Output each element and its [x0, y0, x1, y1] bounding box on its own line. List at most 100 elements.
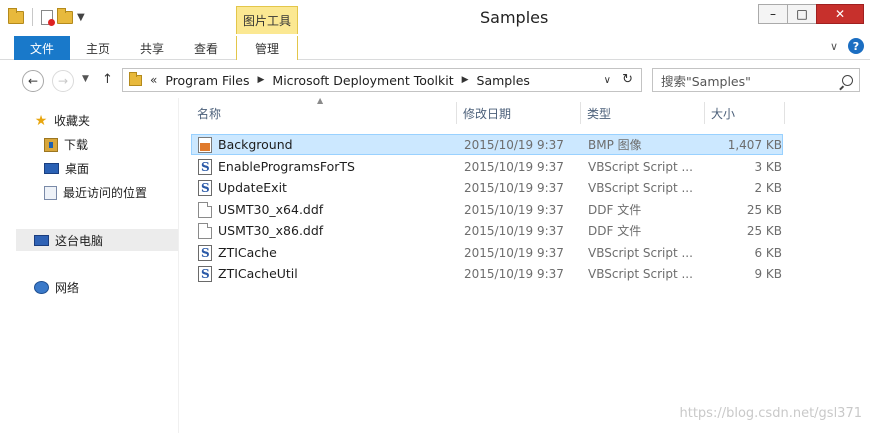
properties-icon[interactable] — [41, 9, 55, 26]
expand-ribbon-chevron-icon[interactable]: ∨ — [830, 40, 838, 53]
sidebar-item-label: 下载 — [64, 138, 89, 152]
quick-access-toolbar: ▼ — [8, 7, 85, 26]
folder-icon — [129, 71, 142, 86]
sidebar-item-desktop[interactable]: 桌面 — [44, 160, 89, 177]
file-name-cell: Background — [192, 136, 458, 153]
downloads-folder-icon — [44, 137, 58, 152]
file-size: 6 KB — [754, 245, 782, 260]
file-type: VBScript Script ... — [588, 266, 693, 281]
desktop-icon — [44, 163, 59, 174]
file-date: 2015/10/19 9:37 — [464, 137, 564, 152]
sidebar-item-network[interactable]: 网络 — [34, 279, 79, 296]
column-header-name[interactable]: 名称 — [191, 102, 457, 124]
file-size: 25 KB — [746, 223, 782, 238]
vbscript-file-icon — [198, 179, 212, 196]
table-row[interactable]: USMT30_x64.ddf 2015/10/19 9:37 DDF 文件 25… — [191, 199, 783, 220]
recent-locations-chevron-icon[interactable]: ▼ — [82, 74, 89, 84]
table-row[interactable]: ZTICacheUtil 2015/10/19 9:37 VBScript Sc… — [191, 263, 783, 284]
sidebar-item-label: 这台电脑 — [55, 233, 104, 248]
table-row[interactable]: UpdateExit 2015/10/19 9:37 VBScript Scri… — [191, 177, 783, 198]
file-date: 2015/10/19 9:37 — [464, 202, 564, 217]
file-type: VBScript Script ... — [588, 180, 693, 195]
picture-tools-context-label: 图片工具 — [236, 6, 298, 34]
sidebar-item-downloads[interactable]: 下载 — [44, 136, 88, 153]
file-date: 2015/10/19 9:37 — [464, 180, 564, 195]
tab-home[interactable]: 主页 — [80, 36, 116, 60]
search-input[interactable]: 搜索"Samples" — [652, 68, 860, 92]
file-list-view: ▲ 名称 修改日期 类型 大小 Background 2015/10/19 9:… — [178, 96, 870, 433]
chevron-right-icon[interactable]: ▶ — [258, 75, 265, 85]
ddf-file-icon — [198, 201, 212, 218]
table-row[interactable]: EnableProgramsForTS 2015/10/19 9:37 VBSc… — [191, 156, 783, 177]
file-name: EnableProgramsForTS — [218, 159, 355, 174]
column-header-row: 名称 修改日期 类型 大小 — [191, 102, 785, 124]
bmp-file-icon — [198, 136, 212, 153]
refresh-icon[interactable]: ↻ — [622, 72, 633, 87]
column-header-date[interactable]: 修改日期 — [457, 102, 581, 124]
forward-button[interactable]: → — [52, 70, 74, 92]
chevron-right-icon[interactable]: ▶ — [462, 75, 469, 85]
folder-icon[interactable] — [8, 7, 24, 24]
tab-view[interactable]: 查看 — [186, 36, 226, 60]
title-bar: ▼ 图片工具 Samples – □ ✕ — [0, 0, 870, 34]
new-folder-icon[interactable] — [57, 7, 73, 24]
sidebar-item-label: 网络 — [55, 281, 80, 295]
file-date: 2015/10/19 9:37 — [464, 223, 564, 238]
ribbon-right-controls: ∨ ? — [830, 38, 864, 54]
file-name: UpdateExit — [218, 180, 287, 195]
window-controls: – □ ✕ — [758, 4, 864, 24]
sidebar-item-recent-places[interactable]: 最近访问的位置 — [44, 184, 147, 201]
search-placeholder: 搜索"Samples" — [661, 73, 751, 89]
navigation-pane: ★ 收藏夹 下载 桌面 最近访问的位置 这台电脑 网络 — [0, 98, 178, 433]
chevron-down-icon[interactable]: ▼ — [77, 12, 85, 23]
sidebar-item-label: 桌面 — [65, 162, 90, 176]
file-type: VBScript Script ... — [588, 159, 693, 174]
breadcrumb-samples[interactable]: Samples — [477, 73, 530, 88]
file-name-cell: UpdateExit — [192, 179, 458, 196]
back-button[interactable]: ← — [22, 70, 44, 92]
file-name-cell: EnableProgramsForTS — [192, 158, 458, 175]
search-icon[interactable] — [842, 74, 853, 86]
minimize-button[interactable]: – — [758, 4, 788, 24]
breadcrumb-program-files[interactable]: Program Files — [165, 73, 249, 88]
recent-places-icon — [44, 185, 57, 200]
sidebar-item-this-pc[interactable]: 这台电脑 — [16, 229, 178, 251]
file-name-cell: ZTICache — [192, 244, 458, 261]
vbscript-file-icon — [198, 244, 212, 261]
computer-icon — [34, 234, 49, 246]
file-size: 2 KB — [754, 180, 782, 195]
file-size: 25 KB — [746, 202, 782, 217]
toolbar-divider — [32, 8, 33, 26]
column-header-type[interactable]: 类型 — [581, 102, 705, 124]
file-name: USMT30_x86.ddf — [218, 223, 324, 238]
tab-file[interactable]: 文件 — [14, 36, 70, 60]
file-date: 2015/10/19 9:37 — [464, 245, 564, 260]
sidebar-item-favorites[interactable]: ★ 收藏夹 — [34, 112, 90, 129]
breadcrumb-overflow[interactable]: « — [150, 73, 157, 87]
address-box[interactable]: « Program Files ▶ Microsoft Deployment T… — [122, 68, 642, 92]
up-button[interactable]: ↑ — [102, 72, 113, 87]
table-row[interactable]: Background 2015/10/19 9:37 BMP 图像 1,407 … — [191, 134, 783, 155]
file-date: 2015/10/19 9:37 — [464, 159, 564, 174]
window-title: Samples — [480, 8, 549, 27]
close-button[interactable]: ✕ — [816, 4, 864, 24]
column-header-size[interactable]: 大小 — [705, 102, 785, 124]
file-type: DDF 文件 — [588, 224, 642, 238]
tab-manage[interactable]: 管理 — [236, 36, 298, 60]
file-name: USMT30_x64.ddf — [218, 202, 324, 217]
tab-share[interactable]: 共享 — [130, 36, 174, 60]
vbscript-file-icon — [198, 265, 212, 282]
help-icon[interactable]: ? — [848, 38, 864, 54]
breadcrumb-mdt[interactable]: Microsoft Deployment Toolkit — [272, 73, 453, 88]
file-type: VBScript Script ... — [588, 245, 693, 260]
file-name: ZTICache — [218, 245, 277, 260]
file-size: 9 KB — [754, 266, 782, 281]
file-name: ZTICacheUtil — [218, 266, 298, 281]
maximize-button[interactable]: □ — [787, 4, 817, 24]
file-type: DDF 文件 — [588, 203, 642, 217]
file-name-cell: USMT30_x86.ddf — [192, 222, 458, 239]
table-row[interactable]: USMT30_x86.ddf 2015/10/19 9:37 DDF 文件 25… — [191, 220, 783, 241]
file-size: 3 KB — [754, 159, 782, 174]
address-history-chevron-icon[interactable]: ∨ — [604, 75, 611, 86]
table-row[interactable]: ZTICache 2015/10/19 9:37 VBScript Script… — [191, 242, 783, 263]
